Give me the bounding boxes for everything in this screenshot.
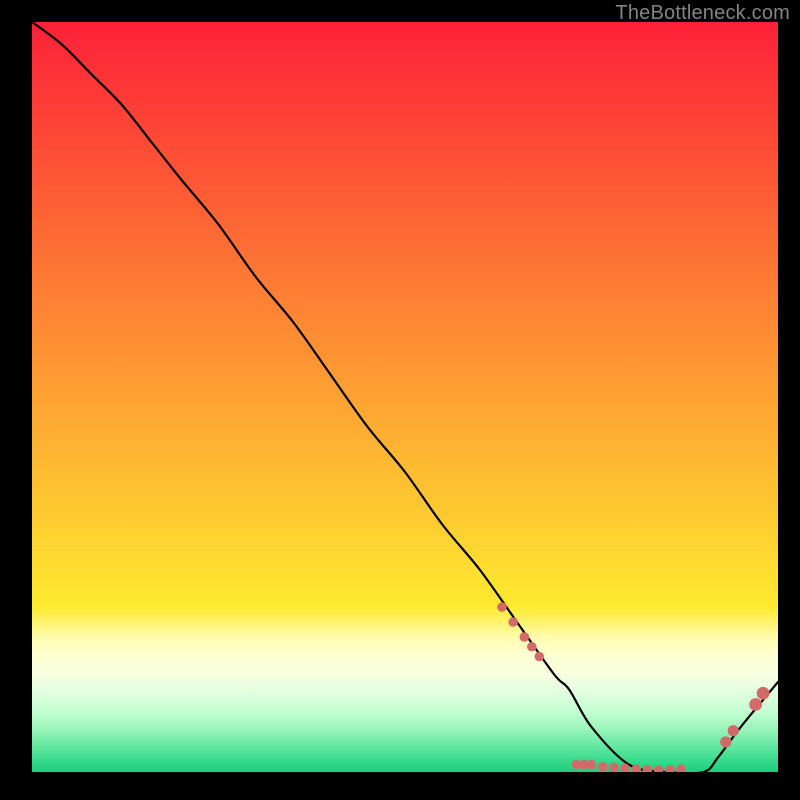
chart-frame: TheBottleneck.com bbox=[0, 0, 800, 800]
watermark-label: TheBottleneck.com bbox=[615, 2, 790, 25]
gradient-plot bbox=[32, 22, 778, 772]
